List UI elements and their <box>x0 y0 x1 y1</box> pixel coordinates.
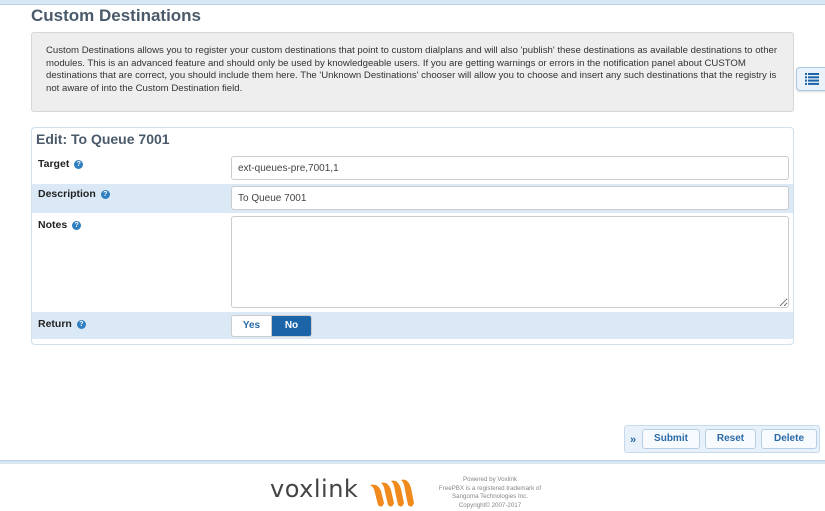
company-text: Sangoma Technologies Inc. <box>452 493 528 501</box>
description-row: Description? <box>32 184 793 213</box>
notes-label-text: Notes <box>38 219 68 231</box>
powered-by-text: Powered by Voxlink <box>463 476 517 483</box>
return-label: Return? <box>38 318 86 330</box>
footer-credits: Powered by Voxlink FreePBX is a register… <box>430 476 550 511</box>
return-no-option[interactable]: No <box>272 316 311 336</box>
help-icon[interactable]: ? <box>100 190 110 199</box>
notes-label: Notes? <box>38 219 82 231</box>
submit-button[interactable]: Submit <box>642 429 700 449</box>
return-row: Return? Yes No <box>32 312 793 339</box>
description-label: Description? <box>38 188 110 200</box>
trademark-text: FreePBX is a registered trademark of <box>438 484 542 492</box>
double-chevron-right-icon[interactable]: » <box>630 434 636 446</box>
info-box: Custom Destinations allows you to regist… <box>31 32 794 112</box>
info-text: Custom Destinations allows you to regist… <box>46 45 778 95</box>
description-input[interactable] <box>231 186 789 210</box>
reset-button[interactable]: Reset <box>705 429 756 449</box>
edit-panel: Edit: To Queue 7001 Target? Description?… <box>31 127 794 345</box>
action-bar: » Submit Reset Delete <box>624 425 820 453</box>
target-label: Target? <box>38 158 84 170</box>
help-icon[interactable]: ? <box>74 160 84 169</box>
footer-divider <box>0 460 825 464</box>
page-title: Custom Destinations <box>31 6 202 25</box>
return-toggle[interactable]: Yes No <box>231 315 312 337</box>
notes-row: Notes? <box>32 213 793 312</box>
help-icon[interactable]: ? <box>76 320 86 329</box>
notes-textarea[interactable] <box>231 216 789 308</box>
delete-button[interactable]: Delete <box>761 429 817 449</box>
voxlink-logo: voxlink <box>270 475 414 507</box>
list-icon <box>805 73 819 85</box>
help-icon[interactable]: ? <box>72 221 82 230</box>
side-menu-toggle[interactable] <box>796 67 825 91</box>
voxlink-logo-icon <box>370 479 414 507</box>
top-nav-bar <box>0 0 825 5</box>
target-input[interactable] <box>231 156 789 180</box>
return-yes-option[interactable]: Yes <box>232 316 272 336</box>
target-label-text: Target <box>38 158 70 170</box>
target-row: Target? <box>32 154 793 184</box>
logo-text: voxlink <box>270 475 359 503</box>
return-label-text: Return <box>38 318 72 330</box>
description-label-text: Description <box>38 188 96 200</box>
form-title: Edit: To Queue 7001 <box>36 131 170 147</box>
